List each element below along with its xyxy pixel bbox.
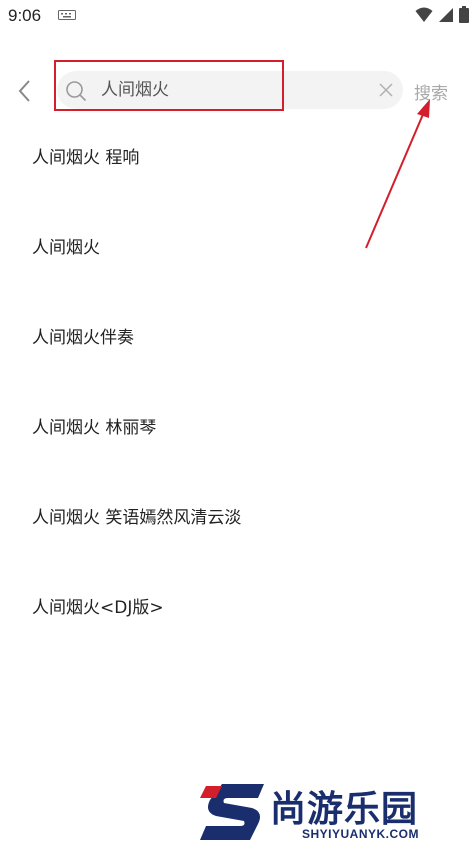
annotation-highlight-box [54, 60, 284, 111]
suggestion-item[interactable]: 人间烟火 林丽琴 [0, 380, 475, 470]
keyboard-icon [58, 10, 76, 20]
search-button[interactable]: 搜索 [414, 79, 448, 104]
clear-icon[interactable] [377, 81, 395, 99]
suggestion-item[interactable]: 人间烟火 笑语嫣然风清云淡 [0, 470, 475, 560]
signal-icon [439, 7, 453, 22]
watermark-site: SHYIYUANYK.COM [302, 827, 420, 841]
suggestion-list: 人间烟火 程响 人间烟火 人间烟火伴奏 人间烟火 林丽琴 人间烟火 笑语嫣然风清… [0, 110, 475, 650]
back-button[interactable] [14, 78, 36, 104]
suggestion-item[interactable]: 人间烟火 [0, 200, 475, 290]
wifi-icon [415, 7, 433, 22]
suggestion-item[interactable]: 人间烟火 程响 [0, 110, 475, 200]
status-time: 9:06 [8, 6, 42, 25]
suggestion-item[interactable]: 人间烟火<DJ版> [0, 560, 475, 650]
suggestion-item[interactable]: 人间烟火伴奏 [0, 290, 475, 380]
status-bar: 9:06 [0, 0, 475, 34]
battery-icon [459, 6, 469, 23]
watermark-text: 尚游乐园 [270, 789, 419, 830]
